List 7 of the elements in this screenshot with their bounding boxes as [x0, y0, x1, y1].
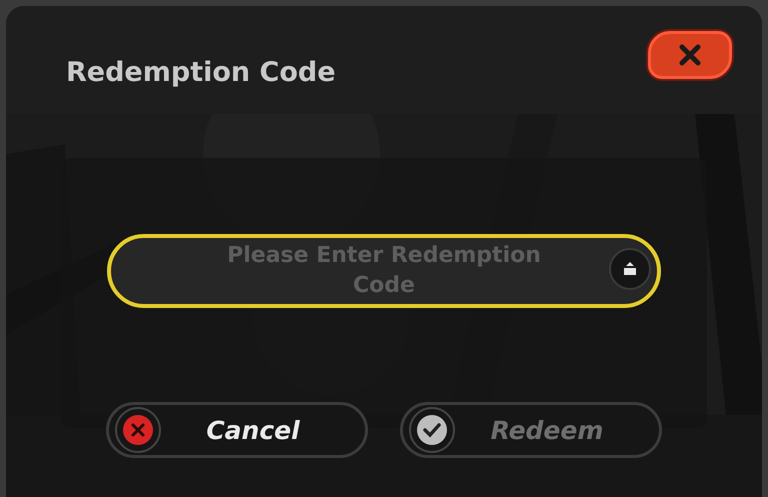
cancel-icon [123, 415, 153, 445]
cancel-button[interactable]: Cancel [106, 402, 368, 458]
checkmark-icon [417, 415, 447, 445]
close-button[interactable] [648, 31, 732, 79]
close-icon [677, 42, 703, 68]
dialog-title: Redemption Code [66, 56, 336, 88]
upload-icon [622, 261, 638, 277]
